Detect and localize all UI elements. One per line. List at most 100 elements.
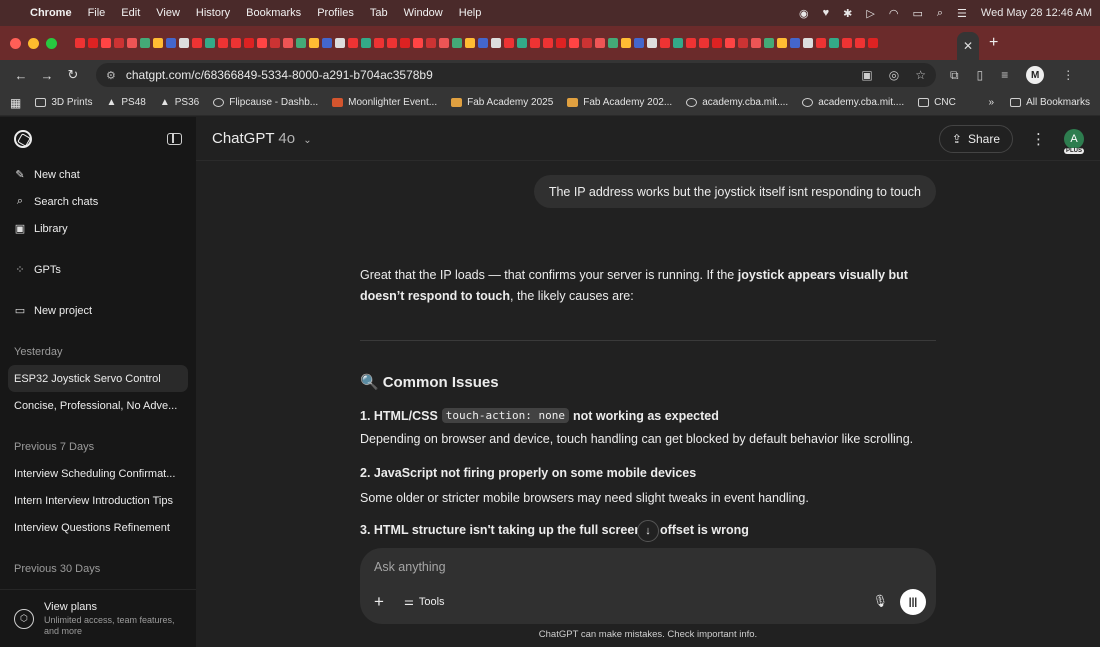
tab-favicon[interactable] — [309, 38, 319, 48]
tab-favicon[interactable] — [374, 38, 384, 48]
chrome-menu-icon[interactable]: ⋮ — [1062, 68, 1074, 82]
user-avatar[interactable]: A PLUS — [1063, 128, 1085, 154]
view-plans-button[interactable]: ⬡ View plans Unlimited access, team feat… — [0, 589, 196, 647]
bookmark-fab-academy-202[interactable]: Fab Academy 202... — [567, 97, 672, 108]
apps-grid-icon[interactable]: ▦ — [10, 96, 21, 110]
tab-favicon[interactable] — [868, 38, 878, 48]
tab-favicon[interactable] — [764, 38, 774, 48]
prompt-input[interactable] — [374, 560, 874, 574]
tab-favicon[interactable] — [335, 38, 345, 48]
tab-favicon[interactable] — [244, 38, 254, 48]
tab-favicon[interactable] — [387, 38, 397, 48]
forward-icon[interactable]: → — [36, 68, 58, 83]
site-info-icon[interactable]: ⚙ — [106, 69, 116, 82]
tab-favicon[interactable] — [231, 38, 241, 48]
reload-icon[interactable]: ↻ — [62, 67, 84, 83]
tab-favicon[interactable] — [166, 38, 176, 48]
tab-favicon[interactable] — [283, 38, 293, 48]
tab-favicon[interactable] — [127, 38, 137, 48]
tab-favicon[interactable] — [218, 38, 228, 48]
tab-favicon[interactable] — [491, 38, 501, 48]
more-options-icon[interactable]: ⋮ — [1031, 130, 1046, 148]
all-bookmarks-button[interactable]: All Bookmarks — [1010, 97, 1090, 108]
menu-edit[interactable]: Edit — [121, 7, 140, 19]
menu-window[interactable]: Window — [404, 7, 443, 19]
sidebar-toggle-icon[interactable] — [167, 133, 182, 145]
bookmark-moonlighter[interactable]: Moonlighter Event... — [332, 97, 437, 108]
new-chat-button[interactable]: ✎ New chat — [0, 161, 196, 188]
profile-avatar[interactable]: M — [1026, 66, 1045, 84]
tab-favicon[interactable] — [153, 38, 163, 48]
tab-favicon[interactable] — [361, 38, 371, 48]
bookmark-flipcause[interactable]: Flipcause - Dashb... — [213, 97, 318, 108]
attach-plus-icon[interactable]: + — [374, 592, 384, 612]
tab-favicon[interactable] — [88, 38, 98, 48]
menu-tab[interactable]: Tab — [370, 7, 388, 19]
tab-favicon[interactable] — [621, 38, 631, 48]
model-selector[interactable]: ChatGPT 4o ⌄ — [212, 130, 312, 147]
menubar-clock[interactable]: Wed May 28 12:46 AM — [981, 7, 1092, 19]
tab-favicon[interactable] — [478, 38, 488, 48]
chat-item-interview-scheduling[interactable]: Interview Scheduling Confirmat... — [0, 460, 196, 487]
chat-item-intern-interview[interactable]: Intern Interview Introduction Tips — [0, 487, 196, 514]
bookmark-3d-prints[interactable]: 3D Prints — [35, 97, 92, 108]
tab-favicon[interactable] — [569, 38, 579, 48]
tab-favicon[interactable] — [608, 38, 618, 48]
tab-favicon[interactable] — [257, 38, 267, 48]
tab-favicon[interactable] — [140, 38, 150, 48]
active-tab-close-icon[interactable]: ✕ — [957, 32, 979, 60]
tab-favicon[interactable] — [543, 38, 553, 48]
microphone-icon[interactable]: 🎙 — [873, 594, 888, 608]
bookmark-cnc[interactable]: CNC — [918, 97, 956, 108]
tab-favicon[interactable] — [556, 38, 566, 48]
heart-icon[interactable]: ♥ — [823, 7, 830, 19]
tab-favicon[interactable] — [673, 38, 683, 48]
tab-favicon[interactable] — [777, 38, 787, 48]
tab-favicon[interactable] — [413, 38, 423, 48]
tab-favicon[interactable] — [517, 38, 527, 48]
tab-favicon[interactable] — [205, 38, 215, 48]
battery-icon[interactable]: ▭ — [912, 7, 922, 20]
tab-favicon[interactable] — [400, 38, 410, 48]
tab-favicon[interactable] — [296, 38, 306, 48]
tab-favicon[interactable] — [712, 38, 722, 48]
tab-favicon[interactable] — [738, 38, 748, 48]
tab-favicon[interactable] — [114, 38, 124, 48]
tab-favicon[interactable] — [192, 38, 202, 48]
tab-favicon[interactable] — [686, 38, 696, 48]
tab-favicon[interactable] — [439, 38, 449, 48]
tab-favicon[interactable] — [790, 38, 800, 48]
sidepanel-icon[interactable]: ▯ — [977, 68, 984, 82]
search-chats-button[interactable]: ⌕ Search chats — [0, 188, 196, 215]
tab-favicon[interactable] — [582, 38, 592, 48]
voice-mode-icon[interactable]: ||| — [900, 589, 926, 615]
spotlight-search-icon[interactable]: ⌕ — [937, 7, 943, 20]
tab-favicon[interactable] — [530, 38, 540, 48]
bookmark-fab-academy-2025[interactable]: Fab Academy 2025 — [451, 97, 553, 108]
tab-favicon[interactable] — [75, 38, 85, 48]
tab-favicon[interactable] — [803, 38, 813, 48]
openai-logo-icon[interactable] — [14, 130, 32, 148]
menu-app-name[interactable]: Chrome — [30, 7, 72, 19]
control-center-icon[interactable]: ☰ — [957, 7, 967, 20]
tools-button[interactable]: ⚌ Tools — [404, 595, 445, 609]
address-bar[interactable]: ⚙ chatgpt.com/c/68366849-5334-8000-a291-… — [96, 63, 936, 87]
tab-favicon[interactable] — [270, 38, 280, 48]
tab-favicon[interactable] — [595, 38, 605, 48]
play-icon[interactable]: ▷ — [866, 7, 874, 20]
tab-favicon[interactable] — [452, 38, 462, 48]
close-window-button[interactable] — [10, 37, 21, 49]
tab-favicon[interactable] — [751, 38, 761, 48]
tab-favicon[interactable] — [504, 38, 514, 48]
share-button[interactable]: ⇪ Share — [938, 124, 1013, 153]
bookmark-academy-cba-1[interactable]: academy.cba.mit.... — [686, 97, 788, 108]
tab-favicon[interactable] — [647, 38, 657, 48]
menu-file[interactable]: File — [88, 7, 106, 19]
new-tab-button[interactable]: + — [989, 34, 998, 52]
new-project-button[interactable]: ▭ New project — [0, 297, 196, 324]
bookmark-star-icon[interactable]: ☆ — [915, 68, 926, 82]
tab-favicon[interactable] — [426, 38, 436, 48]
extension-badge-icon[interactable]: ▣ — [861, 68, 872, 82]
bookmark-academy-cba-2[interactable]: academy.cba.mit.... — [802, 97, 904, 108]
eye-off-icon[interactable]: ◎ — [889, 68, 899, 82]
